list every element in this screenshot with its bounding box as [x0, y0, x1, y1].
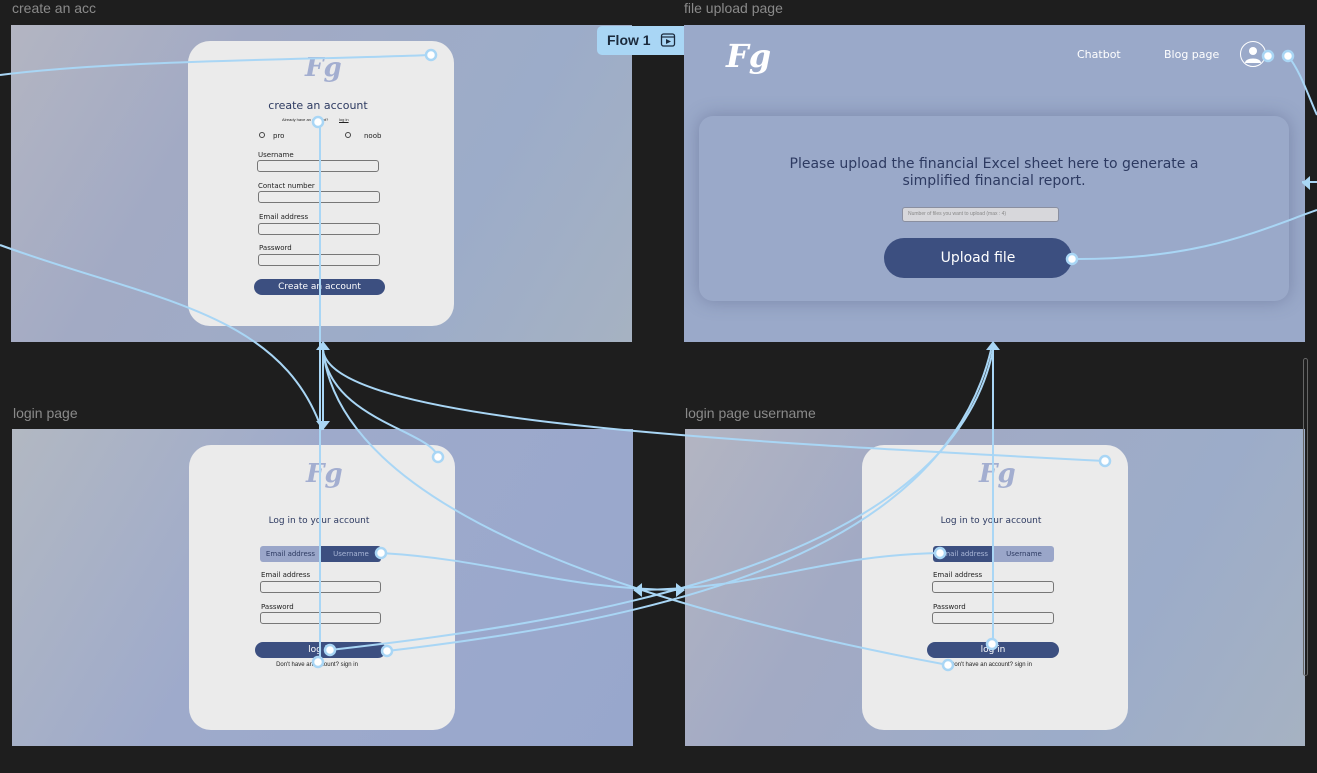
- login-card: Fg Log in to your account Email address …: [189, 445, 455, 730]
- brand-logo: Fg: [306, 459, 343, 489]
- username-label: Username: [258, 151, 294, 159]
- email-field[interactable]: [260, 581, 381, 593]
- frame-title-upload[interactable]: file upload page: [684, 0, 783, 16]
- frame-login[interactable]: Fg Log in to your account Email address …: [12, 429, 633, 746]
- email-label: Email address: [933, 571, 983, 579]
- radio-noob-label: noob: [364, 132, 382, 140]
- email-label: Email address: [261, 571, 311, 579]
- upload-file-button[interactable]: Upload file: [884, 238, 1072, 278]
- login-username-card: Fg Log in to your account Email address …: [862, 445, 1128, 730]
- email-field[interactable]: [932, 581, 1054, 593]
- play-frame-icon: [660, 33, 676, 47]
- create-account-heading: create an account: [268, 99, 368, 112]
- password-field[interactable]: [260, 612, 381, 624]
- brand-logo: Fg: [305, 53, 342, 83]
- signup-prompt[interactable]: Don't have an account? sign in: [862, 662, 1120, 668]
- tab-username[interactable]: Username: [321, 546, 381, 562]
- email-field[interactable]: [258, 223, 380, 235]
- contact-number-label: Contact number: [258, 182, 315, 190]
- nav-blog-page[interactable]: Blog page: [1164, 48, 1219, 61]
- password-label: Password: [261, 603, 294, 611]
- login-heading: Log in to your account: [940, 516, 1042, 526]
- radio-pro-label: pro: [273, 132, 285, 140]
- create-account-card: Fg create an account Already have an acc…: [188, 41, 454, 326]
- person-icon: [1245, 47, 1261, 63]
- tab-email-address[interactable]: Email address: [260, 546, 321, 562]
- frame-title-create-account[interactable]: create an acc: [12, 0, 96, 16]
- arrow-head: [633, 583, 642, 597]
- arrow-head: [986, 341, 1000, 350]
- upload-instructions: Please upload the financial Excel sheet …: [789, 156, 1199, 189]
- brand-logo[interactable]: Fg: [726, 37, 771, 75]
- file-count-input[interactable]: Number of files you want to upload (max …: [902, 207, 1059, 222]
- create-account-button[interactable]: Create an account: [254, 279, 385, 295]
- user-avatar-icon[interactable]: [1240, 41, 1266, 67]
- flow-starting-point-tag[interactable]: Flow 1: [597, 26, 684, 55]
- file-count-placeholder: Number of files you want to upload (max …: [908, 211, 1007, 217]
- password-field[interactable]: [258, 254, 380, 266]
- frame-title-login[interactable]: login page: [13, 405, 78, 421]
- password-label: Password: [933, 603, 966, 611]
- radio-noob[interactable]: [345, 132, 351, 138]
- frame-upload[interactable]: Fg Chatbot Blog page Please upload the f…: [684, 25, 1305, 342]
- radio-pro[interactable]: [259, 132, 265, 138]
- brand-logo: Fg: [979, 459, 1016, 489]
- login-heading: Log in to your account: [268, 516, 370, 526]
- frame-title-login-username[interactable]: login page username: [685, 405, 816, 421]
- password-label: Password: [259, 244, 292, 252]
- already-have-account-text: Already have an account?: [282, 117, 329, 122]
- email-label: Email address: [259, 213, 309, 221]
- frame-create-account[interactable]: Fg create an account Already have an acc…: [11, 25, 632, 342]
- password-field[interactable]: [932, 612, 1054, 624]
- contact-number-field[interactable]: [258, 191, 380, 203]
- frame-login-username[interactable]: Fg Log in to your account Email address …: [685, 429, 1305, 746]
- login-button[interactable]: log in: [927, 642, 1059, 658]
- login-button[interactable]: log in: [255, 642, 386, 658]
- tab-username[interactable]: Username: [994, 546, 1054, 562]
- flow-label: Flow 1: [607, 32, 651, 48]
- nav-chatbot[interactable]: Chatbot: [1077, 48, 1121, 61]
- login-link[interactable]: log in: [339, 117, 349, 122]
- tab-email-address[interactable]: Email address: [933, 546, 994, 562]
- arrow-head: [676, 583, 685, 597]
- canvas-scrollbar[interactable]: [1303, 358, 1308, 676]
- upload-panel: Please upload the financial Excel sheet …: [699, 116, 1289, 301]
- username-field[interactable]: [257, 160, 379, 172]
- signup-prompt[interactable]: Don't have an account? sign in: [189, 662, 445, 668]
- arrow-head: [316, 341, 330, 350]
